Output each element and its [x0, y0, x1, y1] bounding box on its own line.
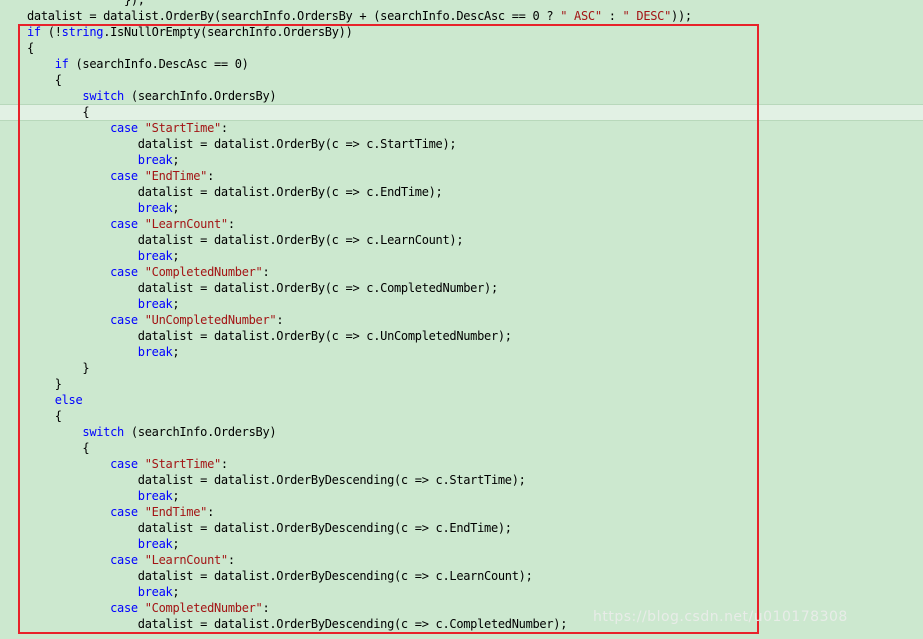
code-editor[interactable]: }); datalist = datalist.OrderBy(searchInf…: [0, 0, 923, 639]
selection-annotation-box: [18, 24, 759, 634]
code-line: datalist = datalist.OrderBy(searchInfo.O…: [27, 8, 692, 24]
code-text: :: [601, 9, 623, 23]
code-text: datalist = datalist.OrderBy(searchInfo.O…: [27, 9, 561, 23]
code-text: });: [27, 0, 145, 7]
code-string: " ASC": [560, 9, 602, 23]
code-line: });: [27, 0, 145, 8]
code-text: ));: [671, 9, 692, 23]
code-string: " DESC": [622, 9, 672, 23]
watermark-text: https://blog.csdn.net/u010178308: [593, 609, 848, 625]
